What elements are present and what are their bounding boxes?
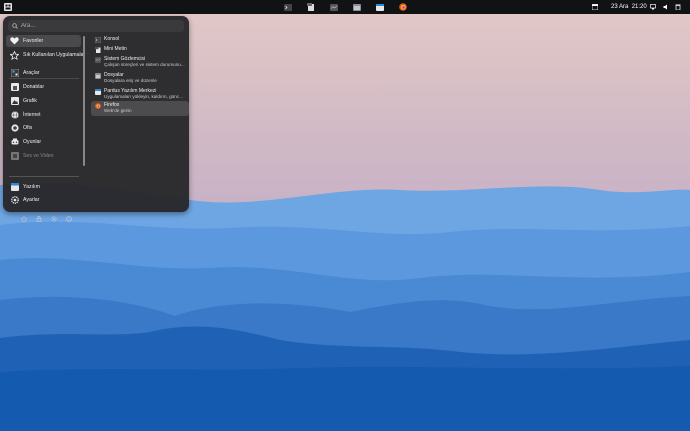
star-icon	[10, 50, 19, 60]
category-internet[interactable]: İnternet	[6, 109, 81, 121]
calendar-icon	[591, 4, 598, 10]
taskbar-software-center[interactable]	[375, 2, 385, 12]
lock-icon	[36, 216, 42, 222]
taskbar-system-monitor[interactable]	[329, 2, 339, 12]
application-menu: Favoriler Sık Kullanılan Uygulamalar Ara…	[3, 16, 189, 222]
taskbar-files[interactable]	[352, 2, 362, 12]
category-label: Oyunlar	[23, 139, 42, 145]
top-panel: 23 Ara 21:20	[0, 0, 690, 14]
folder-icon	[353, 3, 361, 11]
session-buttons	[19, 214, 79, 224]
lock-button[interactable]	[34, 214, 44, 224]
volume-icon	[663, 4, 667, 10]
clock-time: 21:20	[631, 4, 647, 10]
search-input[interactable]	[21, 23, 171, 29]
taskbar-firefox[interactable]	[398, 2, 408, 12]
globe-icon	[10, 111, 19, 120]
text-editor-icon	[95, 47, 101, 53]
firefox-icon	[95, 103, 101, 109]
gear-icon	[51, 216, 57, 222]
app-item-firefox[interactable]: Firefox Web'de gezin	[91, 101, 189, 116]
app-item-mini-metin[interactable]: Mini Metin	[91, 46, 189, 55]
app-description: Çalışan süreçleri ve sistem durumunu...	[104, 62, 185, 67]
app-item-software-center[interactable]: Pardus Yazılım Merkezi Uygulamaları yükle…	[91, 88, 189, 101]
panel-clock[interactable]: 23 Ara 21:20	[611, 2, 647, 12]
settings-icon	[10, 196, 19, 205]
category-label: Ses ve Video	[23, 153, 54, 159]
heart-icon	[10, 37, 19, 46]
category-divider	[9, 176, 79, 177]
folder-icon	[95, 73, 101, 79]
category-label: Donatılar	[23, 84, 45, 90]
category-accessories[interactable]: Donatılar	[6, 81, 81, 93]
trash-icon	[675, 4, 680, 10]
category-favorites[interactable]: Favoriler	[6, 35, 81, 47]
app-name: Mini Metin	[104, 46, 127, 52]
taskbar-terminal[interactable]	[283, 2, 293, 12]
system-monitor-icon	[95, 57, 101, 63]
category-graphics[interactable]: Grafik	[6, 95, 81, 107]
category-label: Yazılım	[23, 184, 40, 190]
search-icon	[12, 23, 18, 29]
network-icon	[649, 4, 656, 10]
category-label: Sık Kullanılan Uygulamalar	[23, 52, 86, 58]
about-button[interactable]	[64, 214, 74, 224]
terminal-icon	[95, 37, 101, 43]
category-scrollbar[interactable]	[83, 36, 85, 166]
app-description: Uygulamaları yükleyin, kaldırın, günc...	[104, 94, 183, 99]
category-label: Grafik	[23, 98, 37, 104]
app-item-files[interactable]: Dosyalar Dosyalara eriş ve düzenle	[91, 72, 189, 85]
firefox-icon	[399, 3, 407, 11]
taskbar-text-editor[interactable]	[306, 2, 316, 12]
search-box[interactable]	[8, 20, 184, 32]
clock-date: 23 Ara	[611, 4, 629, 10]
text-editor-icon	[307, 3, 314, 11]
category-tools[interactable]: Araçlar	[6, 67, 81, 79]
power-icon	[21, 216, 27, 222]
app-item-system-monitor[interactable]: Sistem Gözlemcisi Çalışan süreçleri ve si…	[91, 56, 189, 69]
info-icon	[66, 216, 72, 222]
software-center-icon	[10, 183, 19, 192]
category-software[interactable]: Yazılım	[6, 181, 81, 193]
app-item-konsol[interactable]: Konsol	[91, 36, 189, 45]
multimedia-icon	[10, 152, 19, 161]
app-name: Konsol	[104, 36, 120, 42]
tray-volume[interactable]	[661, 2, 670, 12]
category-label: Ayarlar	[23, 197, 40, 203]
accessories-icon	[10, 83, 19, 92]
tray-trash[interactable]	[673, 2, 682, 12]
terminal-icon	[284, 3, 292, 11]
tray-network[interactable]	[648, 2, 657, 12]
grid-icon	[4, 3, 12, 11]
gamepad-icon	[10, 138, 19, 147]
app-description: Dosyalara eriş ve düzenle	[104, 78, 157, 83]
tools-icon	[10, 69, 19, 78]
category-multimedia[interactable]: Ses ve Video	[6, 150, 81, 162]
category-office[interactable]: Ofis	[6, 122, 81, 134]
category-label: İnternet	[23, 112, 41, 118]
system-monitor-icon	[330, 3, 338, 11]
category-label: Araçlar	[23, 70, 40, 76]
graphics-icon	[10, 97, 19, 106]
app-description: Web'de gezin	[104, 108, 132, 113]
software-center-icon	[376, 3, 384, 11]
shutdown-button[interactable]	[19, 214, 29, 224]
tray-calendar[interactable]	[590, 2, 599, 12]
category-games[interactable]: Oyunlar	[6, 136, 81, 148]
category-label: Ofis	[23, 125, 33, 131]
office-icon	[10, 124, 19, 133]
category-frequent-apps[interactable]: Sık Kullanılan Uygulamalar	[6, 49, 85, 61]
software-center-icon	[95, 89, 101, 95]
settings-button[interactable]	[49, 214, 59, 224]
category-settings[interactable]: Ayarlar	[6, 194, 81, 206]
applications-menu-button[interactable]	[3, 2, 13, 12]
category-label: Favoriler	[23, 38, 44, 44]
